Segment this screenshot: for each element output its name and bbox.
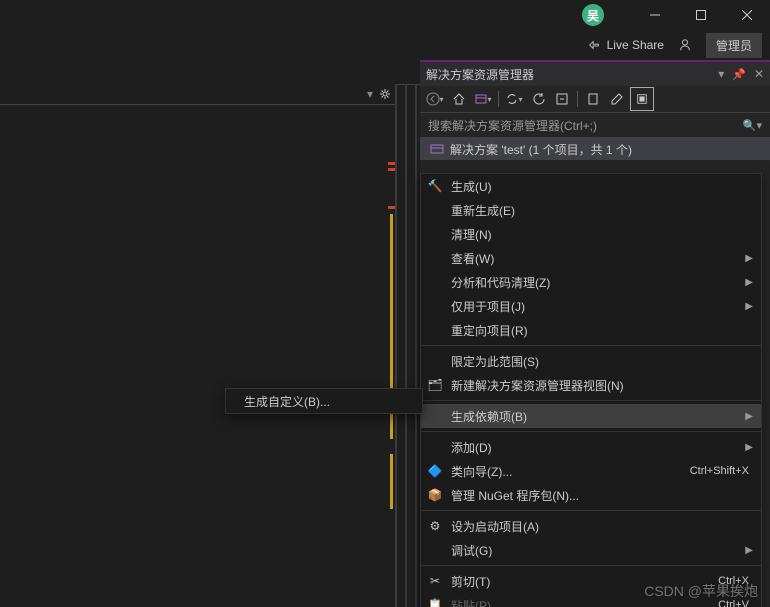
menu-project-only[interactable]: 仅用于项目(J)▶ <box>421 294 761 318</box>
menu-analyze[interactable]: 分析和代码清理(Z)▶ <box>421 270 761 294</box>
change-marker <box>390 454 393 509</box>
collapse-icon[interactable] <box>551 88 573 110</box>
panel-toolbar: ▾ ▾ ▾ <box>420 86 770 113</box>
error-marker[interactable] <box>388 162 395 165</box>
separator <box>421 345 761 346</box>
menu-rebuild[interactable]: 重新生成(E) <box>421 198 761 222</box>
nuget-icon: 📦 <box>427 488 443 502</box>
dropdown-icon[interactable]: ▾ <box>367 87 373 101</box>
menu-build-custom[interactable]: 生成自定义(B)... <box>226 389 422 413</box>
error-marker[interactable] <box>388 206 395 209</box>
chevron-right-icon: ▶ <box>745 253 753 264</box>
overview-ruler <box>385 104 395 607</box>
menu-scope[interactable]: 限定为此范围(S) <box>421 349 761 373</box>
splitter[interactable] <box>415 84 417 607</box>
watermark: CSDN @苹果挨炮 <box>644 581 758 601</box>
minimize-button[interactable] <box>632 0 678 30</box>
paste-icon: 📋 <box>427 598 443 607</box>
chevron-right-icon: ▶ <box>745 411 753 422</box>
pin-icon[interactable]: 📌 <box>732 68 746 81</box>
menu-retarget[interactable]: 重定向项目(R) <box>421 318 761 342</box>
gear-icon: ⚙ <box>427 519 443 533</box>
menu-clean[interactable]: 清理(N) <box>421 222 761 246</box>
cut-icon: ✂ <box>427 574 443 588</box>
back-icon[interactable]: ▾ <box>424 88 446 110</box>
menu-startup[interactable]: ⚙设为启动项目(A) <box>421 514 761 538</box>
menu-build-deps[interactable]: 生成依赖项(B)▶ <box>421 404 761 428</box>
menu-view[interactable]: 查看(W)▶ <box>421 246 761 270</box>
panel-title: 解决方案资源管理器 <box>426 66 534 83</box>
menu-nuget[interactable]: 📦管理 NuGet 程序包(N)... <box>421 483 761 507</box>
live-share-button[interactable]: Live Share <box>587 38 664 52</box>
chevron-right-icon: ▶ <box>745 545 753 556</box>
sync-icon[interactable]: ▾ <box>503 88 525 110</box>
chevron-right-icon: ▶ <box>745 277 753 288</box>
separator <box>421 510 761 511</box>
separator <box>421 400 761 401</box>
search-icon: 🔍▾ <box>743 119 762 132</box>
close-button[interactable] <box>724 0 770 30</box>
live-share-label: Live Share <box>607 38 664 52</box>
user-avatar[interactable]: 吴 <box>582 4 604 26</box>
search-input[interactable]: 搜索解决方案资源管理器(Ctrl+;) 🔍▾ <box>420 113 770 138</box>
dropdown-icon[interactable]: ▾ <box>718 67 724 81</box>
show-all-icon[interactable] <box>582 88 604 110</box>
error-marker[interactable] <box>388 168 395 171</box>
solution-node[interactable]: 解决方案 'test' (1 个项目，共 1 个) <box>420 138 770 160</box>
menu-add[interactable]: 添加(D)▶ <box>421 435 761 459</box>
editor-area: ▾ <box>0 84 395 607</box>
build-icon: 🔨 <box>427 179 443 193</box>
menu-debug[interactable]: 调试(G)▶ <box>421 538 761 562</box>
splitter[interactable] <box>405 84 407 607</box>
menu-new-view[interactable]: 🗂新建解决方案资源管理器视图(N) <box>421 373 761 397</box>
maximize-button[interactable] <box>678 0 724 30</box>
separator <box>421 431 761 432</box>
admin-button[interactable]: 管理员 <box>706 33 762 58</box>
context-submenu: 生成自定义(B)... <box>225 388 423 414</box>
refresh-icon[interactable] <box>527 88 549 110</box>
titlebar: 吴 <box>0 0 770 30</box>
menu-build[interactable]: 🔨生成(U) <box>421 174 761 198</box>
chevron-right-icon: ▶ <box>745 442 753 453</box>
panel-header[interactable]: 解决方案资源管理器 ▾ 📌 ✕ <box>420 62 770 86</box>
menu-class-wizard[interactable]: 🔷类向导(Z)...Ctrl+Shift+X <box>421 459 761 483</box>
separator <box>498 91 499 107</box>
solution-label: 解决方案 'test' (1 个项目，共 1 个) <box>450 141 632 158</box>
menubar: Live Share 管理员 <box>0 30 770 60</box>
class-wizard-icon: 🔷 <box>427 464 443 478</box>
feedback-icon[interactable] <box>678 38 692 52</box>
home-icon[interactable] <box>448 88 470 110</box>
switch-view-icon[interactable]: ▾ <box>472 88 494 110</box>
properties-icon[interactable] <box>606 88 628 110</box>
solution-icon <box>430 142 444 156</box>
editor-breadcrumb-bar: ▾ <box>0 84 395 105</box>
settings-icon[interactable] <box>379 88 391 100</box>
separator <box>421 565 761 566</box>
separator <box>577 91 578 107</box>
context-menu: 🔨生成(U) 重新生成(E) 清理(N) 查看(W)▶ 分析和代码清理(Z)▶ … <box>420 173 762 607</box>
new-view-icon: 🗂 <box>427 378 443 392</box>
close-icon[interactable]: ✕ <box>754 67 764 81</box>
search-placeholder: 搜索解决方案资源管理器(Ctrl+;) <box>428 117 597 134</box>
preview-icon[interactable] <box>630 87 654 111</box>
shortcut: Ctrl+Shift+X <box>690 465 749 477</box>
chevron-right-icon: ▶ <box>745 301 753 312</box>
splitter[interactable] <box>395 84 397 607</box>
